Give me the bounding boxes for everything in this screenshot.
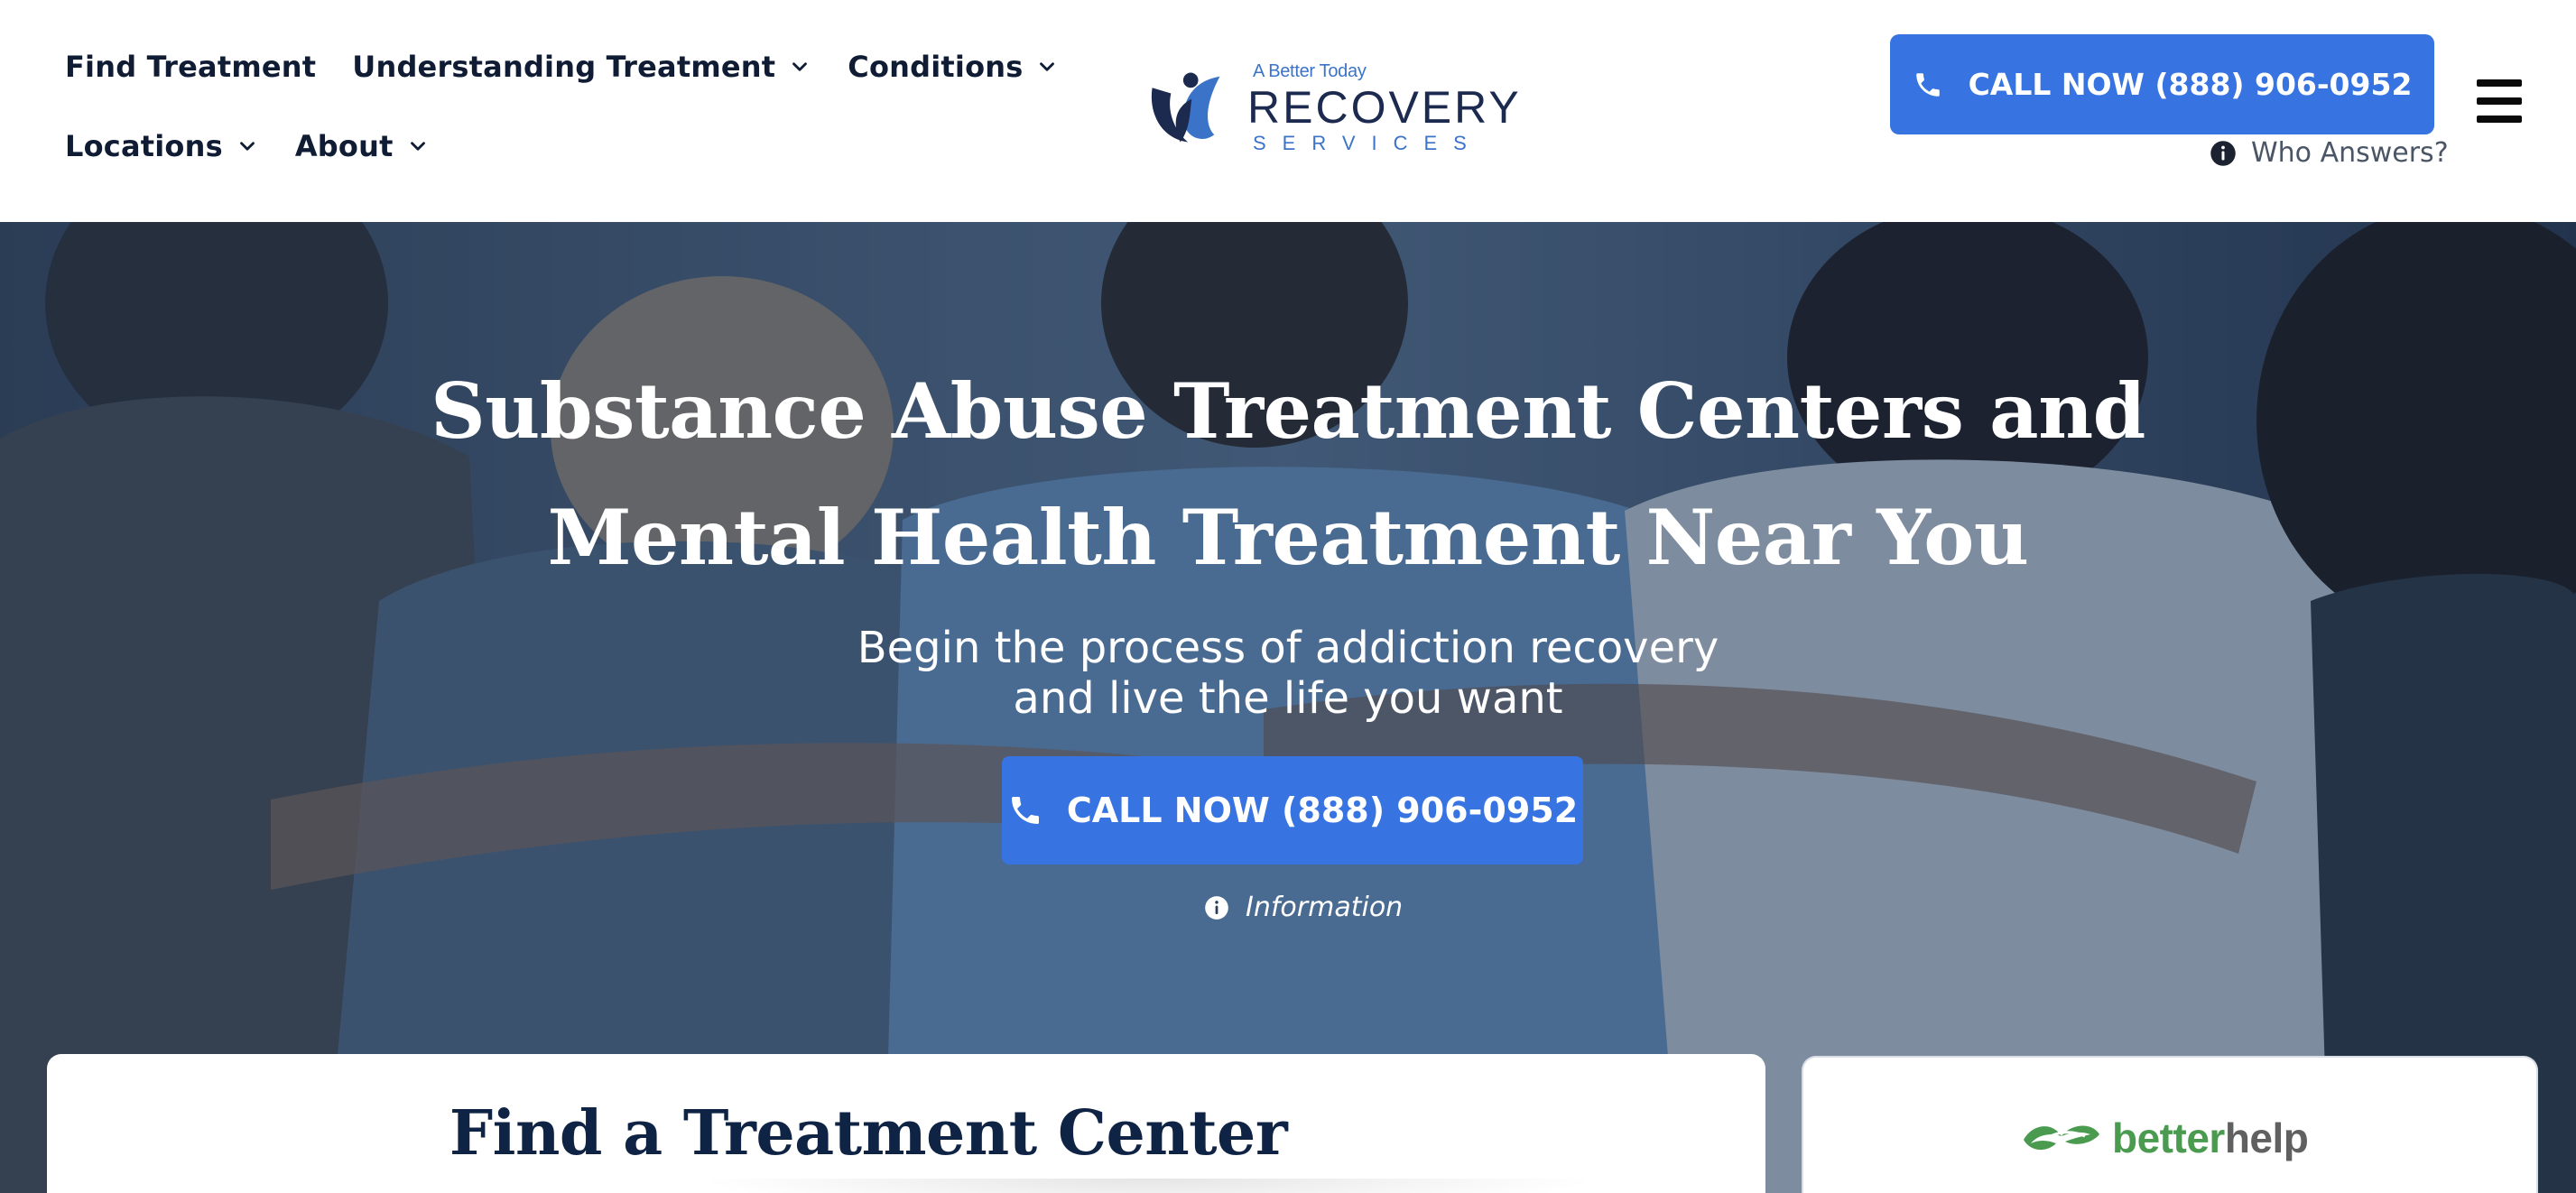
betterhelp-logo[interactable]: betterhelp	[2020, 1114, 2309, 1162]
chevron-down-icon	[410, 142, 425, 151]
info-icon	[1205, 895, 1228, 920]
site-logo[interactable]: A Better Today RECOVERY SERVICES	[1139, 60, 1519, 154]
who-answers-link[interactable]: Who Answers?	[2210, 137, 2449, 169]
betterhelp-leaf-icon	[2024, 1125, 2099, 1151]
find-treatment-title: Find a Treatment Center	[47, 1097, 1765, 1170]
nav-understanding-treatment[interactable]: Understanding Treatment	[352, 50, 811, 84]
hero-subtitle-line-1: Begin the process of addiction recovery	[857, 623, 1719, 673]
nav-row-2: Locations About	[65, 123, 1022, 170]
call-now-button-header[interactable]: CALL NOW (888) 906-0952	[1890, 34, 2434, 134]
nav-find-treatment-label: Find Treatment	[65, 50, 317, 84]
recovery-logo-mark-icon	[1150, 70, 1222, 143]
call-now-label-header: CALL NOW (888) 906-0952	[1968, 67, 2413, 102]
nav-about[interactable]: About	[295, 129, 430, 163]
chevron-down-icon	[239, 142, 255, 151]
hamburger-menu-icon[interactable]	[2477, 79, 2522, 123]
nav-locations-label: Locations	[65, 129, 223, 163]
chevron-down-icon	[792, 62, 808, 71]
nav-about-label: About	[294, 129, 394, 163]
hero-subtitle: Begin the process of addiction recovery …	[792, 623, 1784, 724]
phone-icon	[1011, 797, 1039, 824]
nav-conditions[interactable]: Conditions	[848, 50, 1059, 84]
info-icon	[2210, 140, 2236, 166]
card-shadow-divider	[697, 1179, 1599, 1193]
nav-find-treatment[interactable]: Find Treatment	[65, 50, 316, 84]
chevron-down-icon	[1040, 62, 1055, 71]
hero-subtitle-line-2: and live the life you want	[1013, 673, 1563, 724]
find-treatment-title-text: Find a Treatment Center	[449, 1097, 1288, 1170]
site-header: Find Treatment Understanding Treatment C…	[0, 0, 2576, 222]
logo-tagline: A Better Today	[1253, 61, 1367, 81]
logo-wordmark: A Better Today RECOVERY SERVICES	[1242, 60, 1519, 154]
betterhelp-help: help	[2224, 1114, 2309, 1161]
nav-row-1: Find Treatment Understanding Treatment C…	[65, 43, 1055, 90]
call-now-button-hero[interactable]: CALL NOW (888) 906-0952	[1002, 756, 1583, 865]
who-answers-label: Who Answers?	[2251, 137, 2449, 169]
information-label: Information	[1246, 892, 1404, 923]
betterhelp-card[interactable]: betterhelp	[1802, 1056, 2538, 1193]
betterhelp-better: better	[2112, 1114, 2225, 1161]
call-now-label-hero: CALL NOW (888) 906-0952	[1066, 791, 1579, 830]
nav-conditions-label: Conditions	[848, 50, 1024, 84]
hero-section: Substance Abuse Treatment Centers and Me…	[0, 222, 2576, 1193]
logo-main-text: RECOVERY	[1247, 82, 1522, 133]
main-nav: Find Treatment Understanding Treatment C…	[65, 43, 1055, 202]
logo-sub-text: SERVICES	[1253, 132, 1483, 154]
betterhelp-wordmark: betterhelp	[2112, 1114, 2309, 1162]
nav-locations[interactable]: Locations	[65, 129, 259, 163]
nav-understanding-treatment-label: Understanding Treatment	[352, 50, 776, 84]
find-treatment-card: Find a Treatment Center	[47, 1054, 1765, 1193]
phone-icon	[1915, 72, 1940, 97]
hero-title: Substance Abuse Treatment Centers and Me…	[431, 366, 2145, 582]
information-link[interactable]: Information	[1204, 892, 1403, 923]
